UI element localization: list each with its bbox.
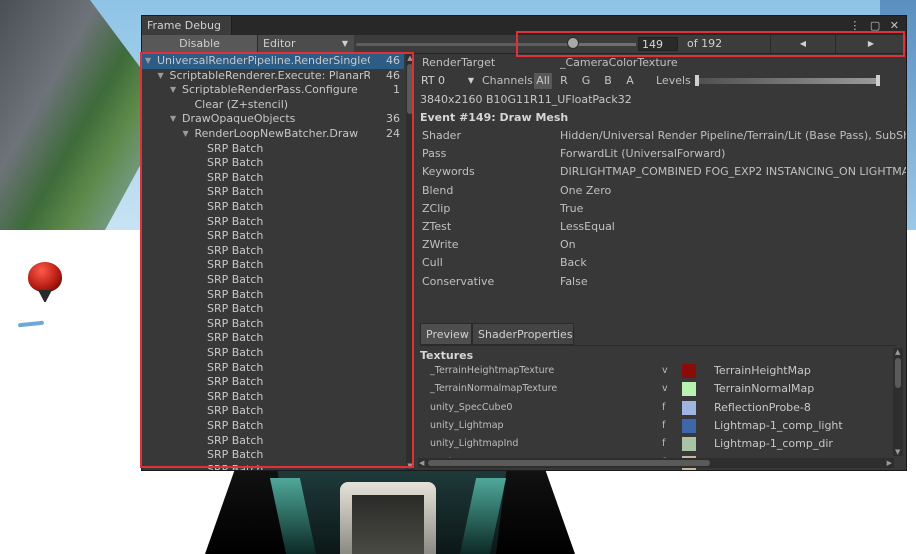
scroll-up-icon[interactable]: ▲ bbox=[895, 348, 900, 356]
texture-row[interactable]: unity_LightmapInd f Lightmap-1_comp_dir bbox=[418, 435, 894, 453]
texture-row[interactable]: _TerrainHeightmapTexture v TerrainHeightMa… bbox=[418, 362, 894, 380]
highlight-box-frame-navigation bbox=[516, 31, 905, 57]
property-row: ZClip True bbox=[420, 200, 906, 218]
channel-a-button[interactable]: A bbox=[622, 73, 638, 89]
texture-type: f bbox=[662, 438, 666, 450]
frame-debug-tab[interactable]: Frame Debug bbox=[142, 16, 232, 35]
target-dropdown-label: Editor bbox=[263, 37, 296, 50]
texture-thumbnail-icon[interactable] bbox=[682, 418, 696, 433]
property-value: Hidden/Universal Render Pipeline/Terrain… bbox=[560, 129, 906, 142]
texture-type: f bbox=[662, 401, 666, 413]
texture-asset-name[interactable]: ReflectionProbe-8 bbox=[714, 399, 884, 417]
render-target-label: RenderTarget bbox=[422, 56, 496, 69]
property-row: Pass ForwardLit (UniversalForward) bbox=[420, 145, 906, 163]
texture-asset-name[interactable]: Lightmap-1_comp_light bbox=[714, 417, 884, 435]
tabs-divider bbox=[420, 345, 896, 346]
texture-thumbnail-icon[interactable] bbox=[682, 400, 696, 415]
texture-row[interactable]: unity_SpecCube0 f ReflectionProbe-8 bbox=[418, 399, 894, 417]
detail-vscroll-thumb[interactable] bbox=[895, 358, 901, 388]
texture-property-name: unity_SpecCube0 bbox=[430, 401, 513, 413]
scroll-left-icon[interactable]: ◀ bbox=[419, 459, 424, 467]
rt-dropdown[interactable]: RT 0 ▼ bbox=[418, 73, 476, 89]
property-row: Blend One Zero bbox=[420, 182, 906, 200]
levels-max-handle[interactable] bbox=[876, 75, 880, 86]
property-key: Conservative bbox=[422, 274, 495, 288]
channel-r-button[interactable]: R bbox=[556, 73, 572, 89]
texture-property-name: unity_Lightmap bbox=[430, 419, 504, 431]
ship-cockpit-inner bbox=[352, 495, 424, 554]
event-detail-panel: RenderTarget _CameraColorTexture RT 0 ▼ … bbox=[418, 54, 906, 470]
format-text: 3840x2160 B10G11R11_UFloatPack32 bbox=[420, 93, 632, 106]
highlight-box-event-tree bbox=[140, 52, 414, 468]
property-value: True bbox=[560, 201, 584, 215]
channel-b-button[interactable]: B bbox=[600, 73, 616, 89]
texture-type: v bbox=[662, 383, 668, 395]
texture-type: f bbox=[662, 419, 666, 431]
property-row: ZTest LessEqual bbox=[420, 218, 906, 236]
rt-dropdown-label: RT 0 bbox=[421, 74, 446, 87]
scroll-down-icon[interactable]: ▼ bbox=[895, 448, 900, 456]
red-buoy bbox=[28, 262, 62, 292]
channel-g-button[interactable]: G bbox=[578, 73, 594, 89]
texture-thumbnail-icon[interactable] bbox=[682, 382, 696, 397]
texture-thumbnail-icon[interactable] bbox=[682, 437, 696, 452]
property-key: Pass bbox=[422, 147, 447, 161]
property-row: Shader Hidden/Universal Render Pipeline/T… bbox=[420, 127, 906, 145]
disable-button[interactable]: Disable bbox=[142, 35, 258, 53]
chevron-down-icon: ▼ bbox=[467, 76, 474, 85]
scroll-right-icon[interactable]: ▶ bbox=[887, 459, 892, 467]
property-value: On bbox=[560, 238, 576, 252]
levels-slider[interactable] bbox=[698, 78, 878, 84]
property-key: Cull bbox=[422, 256, 443, 270]
texture-asset-name[interactable]: Lightmap-1_comp_dir bbox=[714, 435, 884, 453]
property-key: Keywords bbox=[422, 165, 475, 179]
levels-label: Levels bbox=[656, 74, 691, 87]
texture-asset-name[interactable]: TerrainNormalMap bbox=[714, 380, 884, 398]
property-key: ZWrite bbox=[422, 238, 459, 252]
channel-all-button[interactable]: All bbox=[534, 73, 552, 89]
property-value: DIRLIGHTMAP_COMBINED FOG_EXP2 INSTANCING… bbox=[560, 165, 906, 179]
detail-vertical-scrollbar[interactable]: ▲ ▼ bbox=[893, 348, 903, 456]
textures-heading: Textures bbox=[420, 349, 474, 362]
texture-property-name: _TerrainNormalmapTexture bbox=[430, 383, 558, 395]
property-value: LessEqual bbox=[560, 220, 615, 233]
texture-type: v bbox=[662, 365, 668, 376]
chevron-down-icon: ▼ bbox=[341, 39, 348, 48]
texture-asset-name[interactable]: TerrainHeightMap bbox=[714, 362, 884, 380]
tab-shaderproperties[interactable]: ShaderProperties bbox=[472, 323, 574, 345]
property-row: ZWrite On bbox=[420, 236, 906, 254]
texture-property-name: _TerrainHeightmapTexture bbox=[430, 365, 555, 376]
texture-property-name: unity_LightmapInd bbox=[430, 438, 519, 450]
event-title: Event #149: Draw Mesh bbox=[420, 111, 569, 124]
texture-row[interactable]: _TerrainNormalmapTexture v TerrainNormalMa… bbox=[418, 380, 894, 398]
property-row: Conservative False bbox=[420, 273, 906, 291]
detail-horizontal-scrollbar[interactable]: ◀ ▶ bbox=[418, 458, 894, 468]
property-value: False bbox=[560, 274, 588, 288]
texture-row[interactable]: unity_Lightmap f Lightmap-1_comp_light bbox=[418, 417, 894, 435]
channels-label: Channels bbox=[482, 74, 533, 87]
property-key: Shader bbox=[422, 129, 461, 142]
property-value: One Zero bbox=[560, 183, 612, 197]
tab-preview[interactable]: Preview bbox=[420, 323, 472, 345]
texture-thumbnail-icon[interactable] bbox=[682, 364, 696, 378]
property-key: ZTest bbox=[422, 220, 452, 233]
property-value: ForwardLit (UniversalForward) bbox=[560, 147, 726, 161]
property-row: Keywords DIRLIGHTMAP_COMBINED FOG_EXP2 IN… bbox=[420, 163, 906, 181]
detail-hscroll-thumb[interactable] bbox=[428, 460, 710, 466]
levels-min-handle[interactable] bbox=[695, 75, 699, 86]
property-key: Blend bbox=[422, 183, 454, 197]
property-row: Cull Back bbox=[420, 254, 906, 272]
target-dropdown[interactable]: Editor ▼ bbox=[258, 35, 354, 53]
property-value: Back bbox=[560, 256, 587, 270]
property-key: ZClip bbox=[422, 201, 451, 215]
